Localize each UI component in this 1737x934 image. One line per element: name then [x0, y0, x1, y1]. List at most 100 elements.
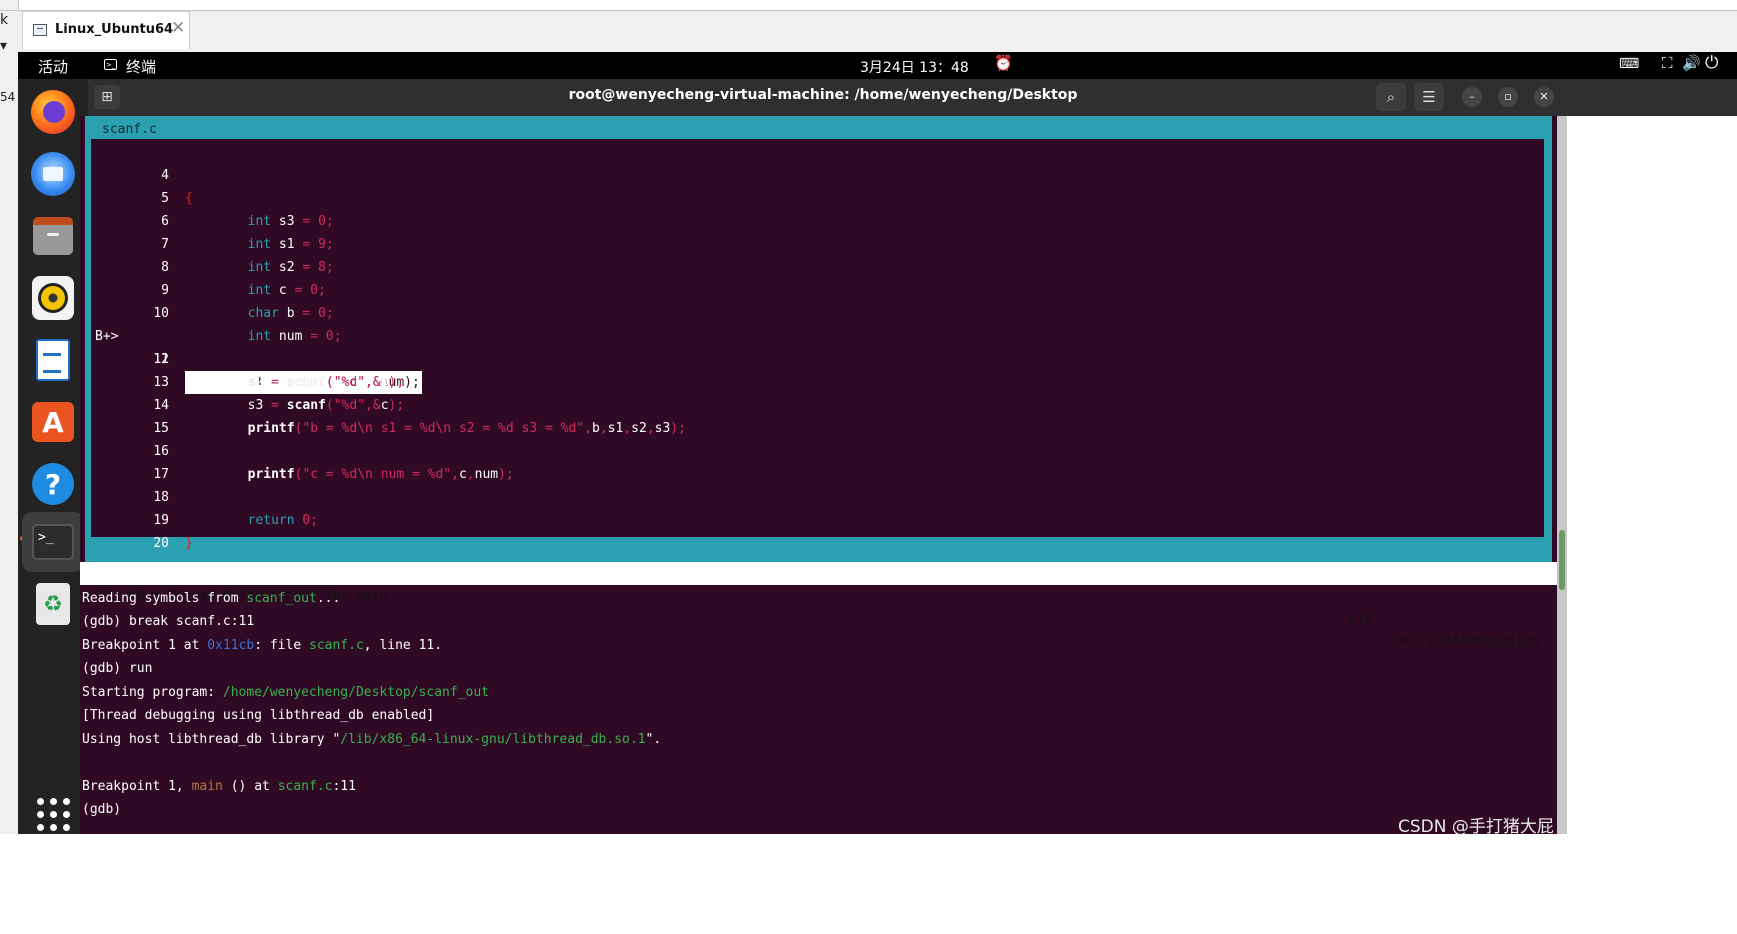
code: int num = 0;: [247, 329, 342, 344]
text: 0x11cb: [207, 638, 255, 653]
gdb-output-line: [Thread debugging using libthread_db ena…: [82, 708, 435, 723]
gdb-output-line: Reading symbols from scanf_out...: [82, 587, 340, 610]
source-code-pane: 4 { 5 int s3 = 0; 6 int s1 = 9; 7 int s2…: [91, 139, 1544, 551]
text: scanf.c: [309, 638, 364, 653]
gdb-output-line: Using host libthread_db library "/lib/x8…: [82, 728, 661, 751]
text: Starting program:: [82, 685, 223, 700]
code: return 0;: [247, 513, 319, 528]
source-line: 6 int s1 = 9;: [91, 187, 334, 252]
line-number: 20: [153, 536, 169, 551]
text: : file: [254, 638, 309, 653]
source-line: 20: [91, 509, 169, 551]
vm-tab[interactable]: Linux_Ubuntu64 ✕: [22, 11, 190, 49]
pc-status: PC: 0x5555555551cb: [1398, 635, 1539, 650]
tui-source-window: 4 { 5 int s3 = 0; 6 int s1 = 9; 7 int s2…: [85, 116, 1552, 562]
text: /lib/x86_64-linux-gnu/libthread_db.so.1: [340, 732, 646, 747]
close-icon[interactable]: ✕: [171, 18, 185, 38]
show-applications-icon[interactable]: [28, 789, 78, 839]
source-line: 15: [91, 394, 169, 436]
source-line: 17: [91, 440, 169, 482]
activities-button[interactable]: 活动: [38, 56, 68, 77]
code: int c = 0;: [247, 283, 326, 298]
clock[interactable]: 3月24日 13：48: [860, 57, 969, 77]
text: scanf_out: [246, 591, 317, 606]
app-menu-label[interactable]: 终端: [126, 56, 156, 77]
source-line: 5 int s3 = 0;: [91, 164, 334, 229]
search-icon[interactable]: ⌕: [1376, 83, 1406, 111]
source-line: 12 s2 = scanf("%d",&b);: [91, 325, 404, 390]
code: int s2 = 8;: [247, 260, 334, 275]
network-icon[interactable]: ⛶: [1662, 54, 1673, 72]
scrollbar[interactable]: [1557, 116, 1567, 834]
terminal-body[interactable]: 4 { 5 int s3 = 0; 6 int s1 = 9; 7 int s2…: [80, 116, 1557, 834]
vm-tab-label: Linux_Ubuntu64: [55, 22, 174, 37]
code: s3 = scanf("%d",&c);: [185, 398, 405, 413]
gdb-status-bar: multi-thre Thread 0x7ffff7fa97 In: main …: [80, 562, 1557, 650]
power-icon[interactable]: ⏻: [1705, 53, 1718, 73]
gdb-output-line: (gdb) break scanf.c:11: [82, 614, 255, 629]
text: /home/wenyecheng/Desktop/scanf_out: [222, 685, 489, 700]
source-line: 19 }: [91, 486, 192, 551]
code: s2 = scanf("%d",&b);: [185, 375, 405, 390]
code: {: [185, 191, 193, 206]
window-title: root@wenyecheng-virtual-machine: /home/w…: [568, 87, 1078, 103]
source-line: 9 char b = 0;: [91, 256, 334, 321]
vm-left-glyph[interactable]: ▾: [0, 38, 7, 54]
source-line: 8 int c = 0;: [91, 233, 326, 298]
close-icon[interactable]: ✕: [1534, 87, 1554, 107]
writer-icon[interactable]: [28, 335, 78, 385]
software-center-icon[interactable]: A: [28, 397, 78, 447]
vm-left-glyph: k: [0, 12, 9, 28]
scrollbar-thumb[interactable]: [1559, 530, 1565, 590]
gdb-prompt[interactable]: (gdb): [82, 798, 121, 821]
volume-icon[interactable]: 🔊: [1682, 54, 1701, 72]
source-line: 14 printf("b = %d\n s1 = %d\n s2 = %d s3…: [91, 371, 686, 436]
text: Breakpoint 1,: [82, 779, 192, 794]
terminal-app-icon: >_: [104, 59, 117, 70]
source-line: 7 int s2 = 8;: [91, 210, 334, 275]
text: main: [191, 779, 223, 794]
vm-left-glyph: 54: [0, 90, 16, 104]
minimize-icon[interactable]: –: [1462, 87, 1482, 107]
keyboard-icon[interactable]: ⌨: [1619, 56, 1639, 72]
maximize-icon[interactable]: ▫: [1498, 87, 1518, 107]
trash-icon[interactable]: ♻: [28, 579, 78, 629]
help-icon[interactable]: ?: [28, 459, 78, 509]
gdb-output-line: Breakpoint 1 at 0x11cb: file scanf.c, li…: [82, 634, 442, 657]
vm-left-strip: k ▾ 54: [0, 0, 19, 934]
text: scanf.c: [277, 779, 333, 794]
terminal-titlebar: ⊞ root@wenyecheng-virtual-machine: /home…: [88, 79, 1737, 116]
code: int s3 = 0;: [247, 214, 334, 229]
thunderbird-icon[interactable]: [28, 149, 78, 199]
code: printf("b = %d\n s1 = %d\n s2 = %d s3 = …: [247, 421, 686, 436]
files-icon[interactable]: [28, 211, 78, 261]
gnome-top-bar: 活动 >_ 终端 3月24日 13：48 ⏰ ⌨ ⛶ 🔊 ⏻: [18, 52, 1737, 79]
bottom-strip: [0, 834, 1737, 934]
hamburger-menu-icon[interactable]: ☰: [1414, 83, 1444, 111]
text: Using host libthread_db library ": [82, 732, 341, 747]
source-line: 10 int num = 0;: [91, 279, 341, 344]
text: Reading symbols from: [82, 591, 247, 606]
source-line: 16 printf("c = %d\n num = %d",c,num);: [91, 417, 513, 482]
code: char b = 0;: [247, 306, 334, 321]
terminal-icon[interactable]: >_: [22, 512, 84, 572]
source-line-current: B+> 11 s1 = scanf("%c",&num);: [91, 302, 422, 394]
code: }: [185, 536, 193, 551]
text: ".: [645, 732, 662, 747]
gdb-output-line: Starting program: /home/wenyecheng/Deskt…: [82, 681, 489, 704]
rhythmbox-icon[interactable]: [28, 273, 78, 323]
code: int s1 = 9;: [247, 237, 334, 252]
vm-tab-bar: [18, 11, 1737, 52]
text: Breakpoint 1 at: [82, 638, 208, 653]
code: printf("c = %d\n num = %d",c,num);: [247, 467, 514, 482]
text: ...: [316, 591, 341, 606]
text: :11: [332, 779, 356, 794]
source-file-title: scanf.c: [99, 122, 160, 137]
gdb-output-line: (gdb) run: [82, 661, 153, 676]
source-line: 13 s3 = scanf("%d",&c);: [91, 348, 404, 413]
vm-icon: [33, 24, 47, 36]
source-line: 4 {: [91, 141, 193, 206]
firefox-icon[interactable]: [28, 87, 78, 137]
gdb-output-line: Breakpoint 1, main () at scanf.c:11: [82, 775, 356, 798]
text: , line 11.: [363, 638, 443, 653]
